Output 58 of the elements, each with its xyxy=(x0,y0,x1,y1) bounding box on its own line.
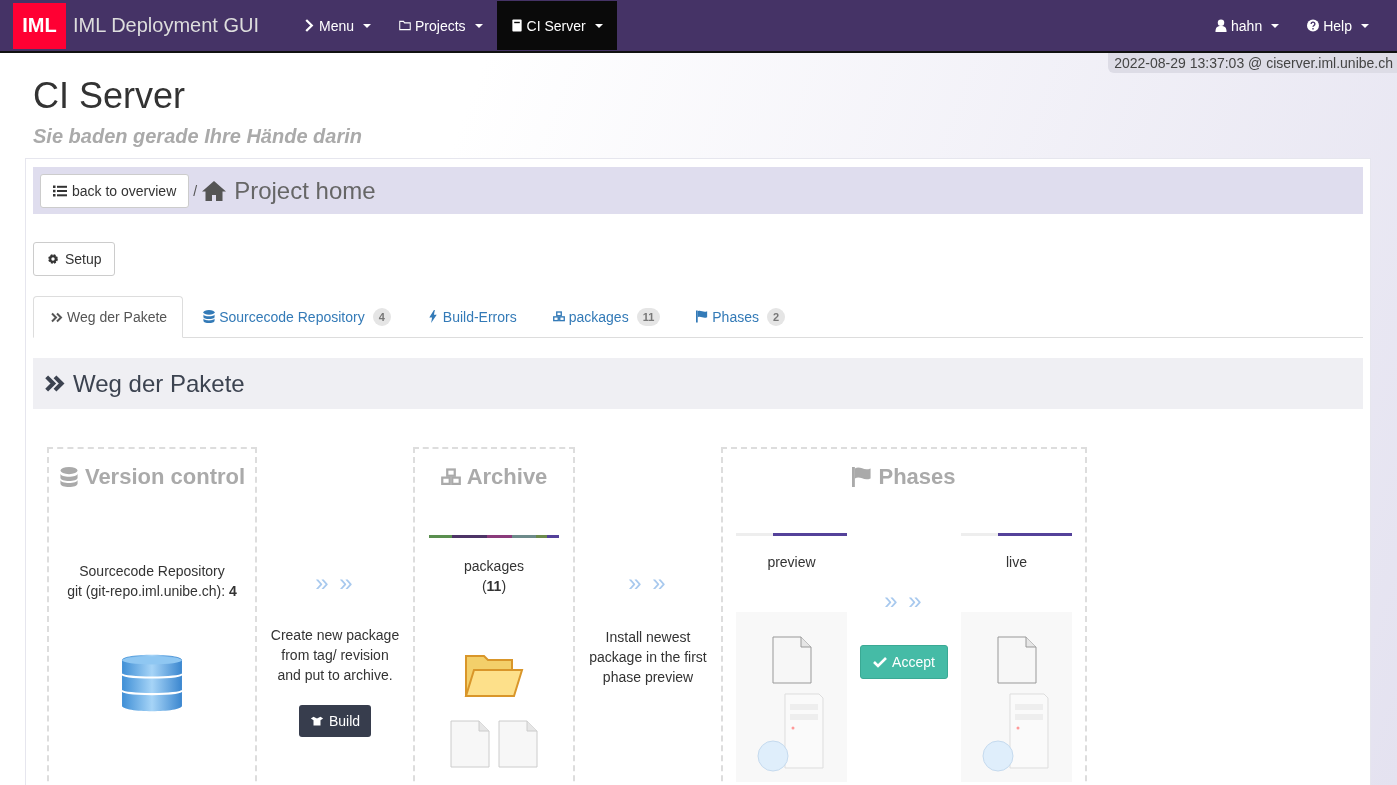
package-count: packages xyxy=(464,557,524,576)
box-title: Phases xyxy=(878,464,956,490)
section-title: Weg der Pakete xyxy=(73,369,245,398)
flow-arrows: » » xyxy=(315,569,355,597)
database-icon xyxy=(121,654,183,712)
phase-name: preview xyxy=(767,554,816,570)
nav-menu[interactable]: Help xyxy=(1293,1,1383,50)
double-chevron-icon xyxy=(51,310,63,324)
logo[interactable]: IML xyxy=(13,2,66,49)
flag-icon xyxy=(696,310,709,323)
flow-arrows: » » xyxy=(628,569,668,597)
list-icon xyxy=(53,184,67,197)
nav-menu[interactable]: Projects xyxy=(385,1,497,50)
package-count: (11) xyxy=(480,577,508,596)
tab[interactable]: Sourcecode Repository 4 xyxy=(185,296,407,337)
brand-link[interactable]: IML Deployment GUI xyxy=(73,14,259,37)
flag-icon xyxy=(852,467,873,487)
chevron-icon xyxy=(303,19,315,32)
document-icon xyxy=(996,636,1037,684)
database-icon xyxy=(203,310,216,323)
folder-icon xyxy=(399,19,412,32)
box-title: Archive xyxy=(466,464,548,490)
server-status: 2022-08-29 13:37:03 @ ciserver.iml.unibe.ch xyxy=(1108,53,1397,73)
tab[interactable]: Phases 2 xyxy=(678,296,802,337)
back-button[interactable]: back to overview xyxy=(40,173,190,208)
database-icon xyxy=(58,467,79,487)
cubes-icon xyxy=(440,467,461,487)
home-icon xyxy=(201,179,228,202)
breadcrumb-separator: / xyxy=(193,182,198,199)
document-icon xyxy=(771,636,812,684)
help-icon xyxy=(1307,19,1320,32)
page-title: CI Server xyxy=(33,75,187,117)
document-icon xyxy=(498,720,538,768)
checkmark-icon xyxy=(873,656,888,668)
double-chevron-icon xyxy=(45,375,65,392)
flow-arrows: » » xyxy=(884,587,924,615)
repository-info: git (git-repo.iml.unibe.ch): 4 xyxy=(67,582,237,601)
step-description: Install newest package in the first phase preview xyxy=(588,628,708,687)
setup-button[interactable]: Setup xyxy=(33,242,115,276)
breadcrumb-title: Project home xyxy=(234,176,376,205)
document-icon xyxy=(450,720,490,768)
step-description: Create new package from tag/ revision and put to archive. xyxy=(269,626,401,685)
cubes-icon xyxy=(552,310,565,323)
user-icon xyxy=(1215,19,1228,32)
nav-menu[interactable]: hahn xyxy=(1201,1,1294,50)
book-icon xyxy=(510,19,523,32)
folder-icon xyxy=(464,652,524,698)
page-subtitle: Sie baden gerade Ihre Hände darin xyxy=(33,125,363,148)
gear-icon xyxy=(46,253,60,265)
box-title: Version control xyxy=(84,464,246,490)
tab[interactable]: Build-Errors xyxy=(408,296,533,337)
tab[interactable]: Weg der Pakete xyxy=(33,296,184,338)
nav-menu[interactable]: Menu xyxy=(289,1,386,50)
nav-menu[interactable]: CI Server xyxy=(496,1,617,50)
repository-info: Sourcecode Repository xyxy=(78,562,226,581)
tab[interactable]: packages 11 xyxy=(534,296,677,337)
build-button[interactable]: Build xyxy=(298,705,372,737)
phase-name: live xyxy=(1006,554,1027,570)
